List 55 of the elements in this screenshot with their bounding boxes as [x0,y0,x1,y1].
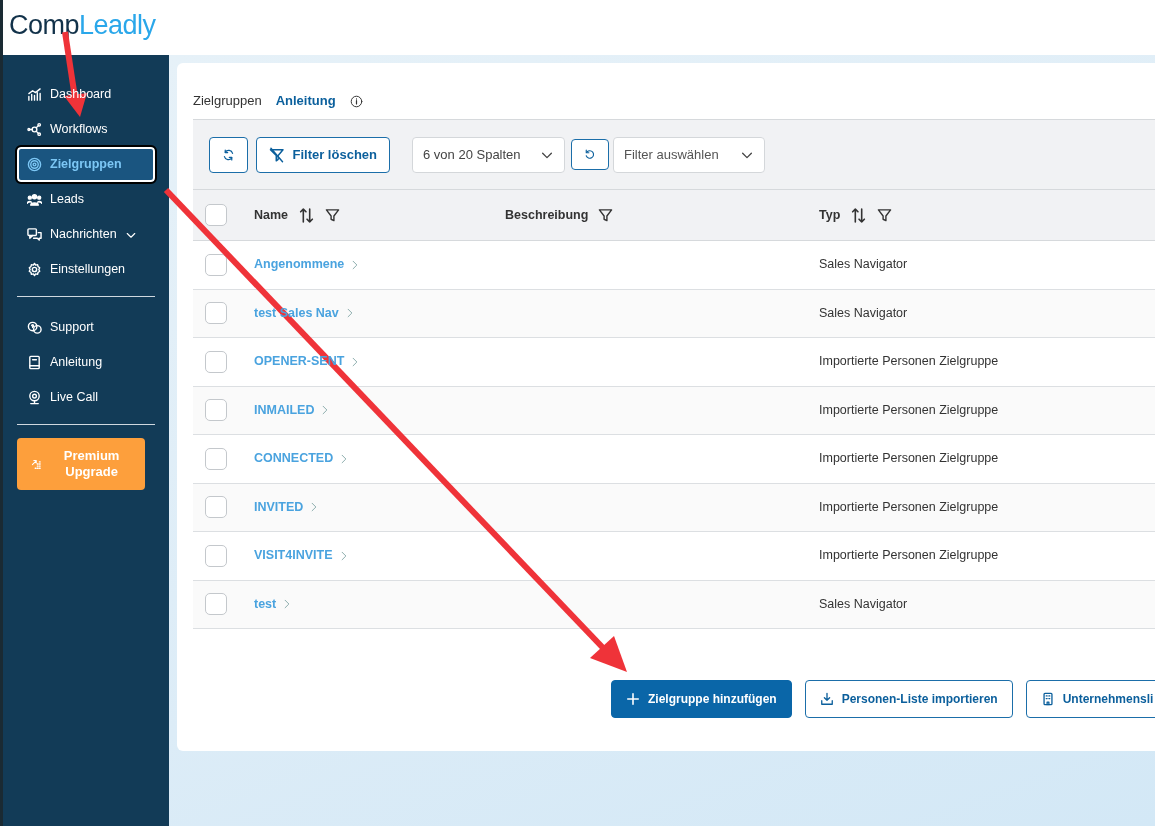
sidebar-item[interactable]: Leads [17,182,155,217]
users-icon [27,192,42,207]
chat-icon [27,320,42,335]
sidebar-item[interactable]: Workflows [17,112,155,147]
building-icon [1040,692,1055,706]
info-icon [349,94,363,108]
filter-select[interactable]: Filter auswählen [613,136,765,173]
column-header: Typ [819,206,841,224]
checkbox[interactable] [205,350,227,373]
table-cell: Sales Navigator [819,257,908,272]
download-icon [819,692,834,706]
book-icon [27,355,42,370]
table-cell: Importierte Personen Zielgruppe [819,402,999,417]
page-title: Zielgruppen [193,92,262,111]
table-cell: Sales Navigator [819,305,908,320]
checkbox[interactable] [205,496,227,519]
sidebar-item[interactable]: Zielgruppen [17,147,155,182]
sidebar-item[interactable]: Live Call [17,380,155,415]
sidebar-item[interactable]: Nachrichten [17,217,155,252]
chat-icon [27,227,42,242]
refresh-icon [222,147,235,162]
table-cell: Importierte Personen Zielgruppe [819,548,999,563]
guide-link[interactable]: Anleitung [275,91,336,111]
checkbox[interactable] [205,302,227,325]
sidebar-item[interactable]: Support [17,310,155,345]
add-button[interactable]: Zielgruppe hinzufügen [611,680,792,718]
checkbox[interactable] [205,544,227,567]
import-button[interactable]: Unternehmensli [1025,680,1155,718]
refresh-button[interactable] [209,136,248,173]
target-icon [27,157,42,172]
table-cell: Importierte Personen Zielgruppe [819,499,999,514]
logo: CompLeadly [8,9,157,42]
column-header: Beschreibung [505,206,589,224]
network-icon [27,122,42,137]
gear-icon [27,262,42,277]
webcam-icon [27,390,42,405]
clear-filter-button[interactable]: Filter löschen [256,136,390,173]
plus-icon [626,692,640,706]
undo-icon [584,148,596,161]
reset-button[interactable] [571,139,609,170]
column-header: Name [254,206,289,224]
sidebar-item[interactable]: Einstellungen [17,252,155,287]
import-button[interactable]: Personen-Liste importieren [804,680,1013,718]
checkbox[interactable] [205,253,227,276]
filter-off-icon [269,146,285,163]
checkbox[interactable] [205,204,227,226]
checkbox[interactable] [205,447,227,470]
checkbox[interactable] [205,399,227,422]
table-cell: Sales Navigator [819,596,908,611]
table-cell: Importierte Personen Zielgruppe [819,451,999,466]
table-cell: Importierte Personen Zielgruppe [819,354,999,369]
columns-select[interactable]: 6 von 20 Spalten [412,136,565,173]
chart-icon [27,87,42,102]
checkbox[interactable] [205,593,227,616]
sidebar-item[interactable]: Anleitung [17,345,155,380]
